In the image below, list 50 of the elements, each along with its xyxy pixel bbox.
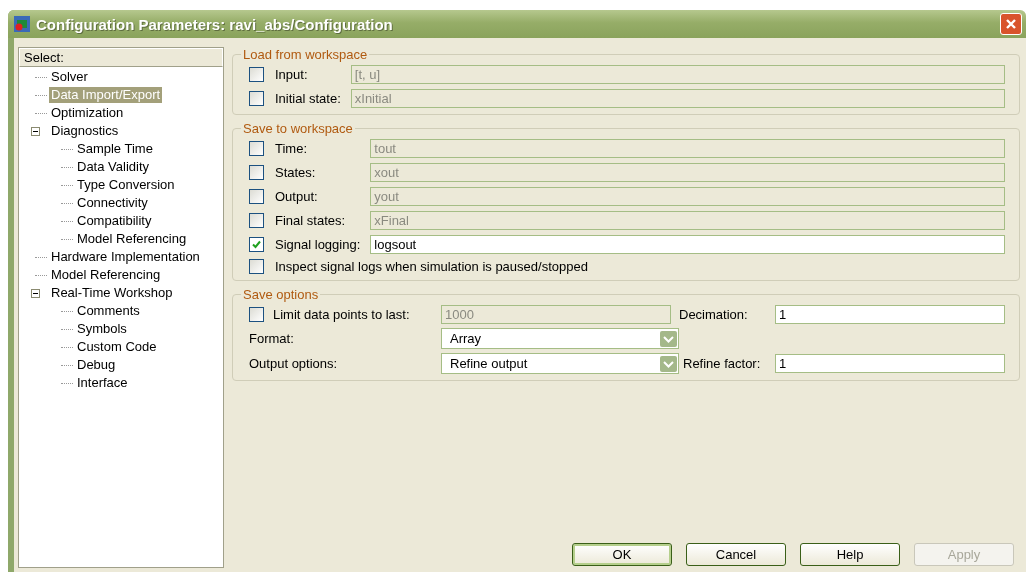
field-label: Output: [275,189,319,204]
input-field[interactable]: logsout [370,235,1005,254]
group-title: Save to workspace [242,121,354,136]
tree-item[interactable]: Data Validity [75,159,151,175]
tree-item[interactable]: Optimization [49,105,126,121]
tree-item[interactable]: Solver [49,69,90,85]
tree-item[interactable]: Sample Time [75,141,155,157]
checkbox[interactable] [249,237,264,252]
tree-item[interactable]: Symbols [75,321,129,337]
tree-item[interactable]: Model Referencing [75,231,189,247]
tree-header: Select: [19,48,223,67]
tree-item[interactable]: Diagnostics [49,123,121,139]
field-label: Signal logging: [275,237,361,252]
field-label: Limit data points to last: [273,307,411,322]
close-icon [1005,18,1017,30]
tree-item[interactable]: Connectivity [75,195,150,211]
tree-item[interactable]: Comments [75,303,142,319]
tree-item[interactable]: Interface [75,375,130,391]
field-label: Time: [275,141,309,156]
close-button[interactable] [1000,13,1022,35]
checkbox-label: Inspect signal logs when simulation is paused/stopped [275,259,589,274]
dialog-button[interactable]: OK [572,543,672,566]
window-title: Configuration Parameters: ravi_abs/Configuration [36,15,394,33]
field-label: Input: [275,67,309,82]
dropdown[interactable]: Array [441,328,679,349]
tree-item[interactable]: Type Conversion [75,177,177,193]
tree-item[interactable]: Custom Code [75,339,159,355]
model-icon [14,16,30,32]
field-label: States: [275,165,317,180]
dialog-button[interactable]: Help [800,543,900,566]
field-label: Final states: [275,213,347,228]
field-label: Format: [249,331,295,346]
group-title: Save options [242,287,320,302]
dialog-button[interactable]: Cancel [686,543,786,566]
group-title: Load from workspace [242,47,369,62]
checkbox[interactable] [249,259,264,274]
dropdown[interactable]: Refine output [441,353,679,374]
input-field[interactable]: 1 [775,354,1005,373]
collapse-icon[interactable] [31,288,40,298]
tree-item[interactable]: Compatibility [75,213,154,229]
field-label: Decimation: [679,307,749,322]
tree-item[interactable]: Real-Time Workshop [49,285,175,301]
tree-item[interactable]: Model Referencing [49,267,163,283]
field-label: Output options: [249,356,339,371]
field-label: Refine factor: [683,356,762,371]
tree-item[interactable]: Hardware Implementation [49,249,202,265]
field-label: Initial state: [275,91,341,106]
input-field[interactable]: 1 [775,305,1005,324]
tree-item[interactable]: Debug [75,357,118,373]
collapse-icon[interactable] [31,126,40,136]
